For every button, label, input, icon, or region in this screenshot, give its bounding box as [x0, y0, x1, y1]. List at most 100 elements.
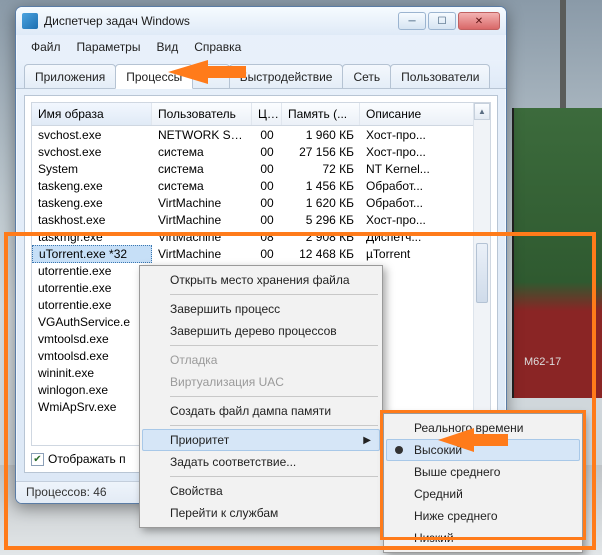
- cell-name: wininit.exe: [32, 365, 152, 381]
- cell-user: VirtMachine: [152, 246, 252, 262]
- minimize-button[interactable]: ─: [398, 12, 426, 30]
- col-user[interactable]: Пользователь: [152, 103, 252, 125]
- cell-name: svchost.exe: [32, 144, 152, 160]
- background-train: М62-17: [512, 108, 602, 398]
- table-row[interactable]: taskmgr.exeVirtMachine082 908 КБДиспетч.…: [32, 228, 490, 245]
- col-description[interactable]: Описание: [360, 103, 490, 125]
- menu-item[interactable]: Перейти к службам: [142, 502, 380, 524]
- scroll-track[interactable]: [474, 120, 490, 428]
- process-count: Процессов: 46: [26, 485, 107, 499]
- cell-desc: Диспетч...: [360, 229, 490, 245]
- cell-desc: Хост-про...: [360, 144, 490, 160]
- menubar: Файл Параметры Вид Справка: [16, 35, 506, 60]
- cell-mem: 12 468 КБ: [282, 246, 360, 262]
- list-header: Имя образа Пользователь ЦП Память (... О…: [32, 103, 490, 126]
- cell-user: система: [152, 144, 252, 160]
- menu-item[interactable]: Свойства: [142, 480, 380, 502]
- menu-view[interactable]: Вид: [149, 38, 185, 56]
- cell-mem: 1 456 КБ: [282, 178, 360, 194]
- scroll-thumb[interactable]: [476, 243, 488, 303]
- table-row[interactable]: taskhost.exeVirtMachine005 296 КБХост-пр…: [32, 211, 490, 228]
- menu-item: Виртуализация UAC: [142, 371, 380, 393]
- tab-processes[interactable]: Процессы: [115, 64, 193, 89]
- window-title: Диспетчер задач Windows: [44, 14, 398, 28]
- submenu-arrow-icon: ▶: [363, 435, 371, 446]
- cell-name: utorrentie.exe: [32, 297, 152, 313]
- cell-cpu: 00: [252, 195, 282, 211]
- process-context-menu: Открыть место хранения файла Завершить пр…: [139, 265, 383, 528]
- menu-item[interactable]: Задать соответствие...: [142, 451, 380, 473]
- cell-user: система: [152, 161, 252, 177]
- cell-cpu: 00: [252, 144, 282, 160]
- menu-item[interactable]: Завершить процесс: [142, 298, 380, 320]
- tab-performance[interactable]: Быстродействие: [229, 64, 344, 88]
- cell-name: VGAuthService.e: [32, 314, 152, 330]
- cell-name: uTorrent.exe *32: [32, 245, 152, 263]
- menu-item[interactable]: Средний: [386, 483, 580, 505]
- table-row[interactable]: svchost.exeсистема0027 156 КБХост-про...: [32, 143, 490, 160]
- cell-mem: 5 296 КБ: [282, 212, 360, 228]
- tab-applications[interactable]: Приложения: [24, 64, 116, 88]
- tab-services[interactable]: бы: [192, 64, 230, 88]
- cell-cpu: 00: [252, 212, 282, 228]
- menu-item[interactable]: Ниже среднего: [386, 505, 580, 527]
- close-button[interactable]: ✕: [458, 12, 500, 30]
- vertical-scrollbar[interactable]: ▲ ▼: [473, 103, 490, 445]
- titlebar[interactable]: Диспетчер задач Windows ─ ☐ ✕: [16, 7, 506, 35]
- menu-item[interactable]: Завершить дерево процессов: [142, 320, 380, 342]
- cell-name: taskhost.exe: [32, 212, 152, 228]
- cell-name: utorrentie.exe: [32, 263, 152, 279]
- menu-item[interactable]: Высокий: [386, 439, 580, 461]
- cell-name: vmtoolsd.exe: [32, 348, 152, 364]
- col-cpu[interactable]: ЦП: [252, 103, 282, 125]
- cell-name: WmiApSrv.exe: [32, 399, 152, 415]
- app-icon: [22, 13, 38, 29]
- menu-item[interactable]: Низкий: [386, 527, 580, 549]
- cell-desc: Хост-про...: [360, 127, 490, 143]
- cell-name: vmtoolsd.exe: [32, 331, 152, 347]
- menu-separator: [170, 345, 378, 346]
- menu-item[interactable]: Выше среднего: [386, 461, 580, 483]
- tab-networking[interactable]: Сеть: [342, 64, 391, 88]
- tab-users[interactable]: Пользователи: [390, 64, 490, 88]
- menu-separator: [170, 425, 378, 426]
- menu-item[interactable]: Реального времени: [386, 417, 580, 439]
- maximize-button[interactable]: ☐: [428, 12, 456, 30]
- menu-item[interactable]: Приоритет▶: [142, 429, 380, 451]
- menu-file[interactable]: Файл: [24, 38, 68, 56]
- menu-item[interactable]: Создать файл дампа памяти: [142, 400, 380, 422]
- priority-submenu: Реального времениВысокийВыше среднегоСре…: [383, 413, 583, 553]
- cell-name: winlogon.exe: [32, 382, 152, 398]
- table-row[interactable]: Systemсистема0072 КБNT Kernel...: [32, 160, 490, 177]
- table-row[interactable]: svchost.exeNETWORK SE...001 960 КБХост-п…: [32, 126, 490, 143]
- col-image-name[interactable]: Имя образа: [32, 103, 152, 125]
- menu-help[interactable]: Справка: [187, 38, 248, 56]
- cell-desc: NT Kernel...: [360, 161, 490, 177]
- cell-user: VirtMachine: [152, 195, 252, 211]
- cell-desc: Обработ...: [360, 195, 490, 211]
- table-row[interactable]: taskeng.exeVirtMachine001 620 КБОбработ.…: [32, 194, 490, 211]
- cell-desc: µTorrent: [360, 246, 490, 262]
- tabstrip: Приложения Процессы бы Быстродействие Се…: [16, 60, 506, 89]
- cell-mem: 1 960 КБ: [282, 127, 360, 143]
- table-row[interactable]: uTorrent.exe *32VirtMachine0012 468 КБµT…: [32, 245, 490, 262]
- cell-user: VirtMachine: [152, 229, 252, 245]
- menu-separator: [170, 476, 378, 477]
- menu-item[interactable]: Открыть место хранения файла: [142, 269, 380, 291]
- scroll-up-button[interactable]: ▲: [474, 103, 490, 120]
- cell-name: svchost.exe: [32, 127, 152, 143]
- table-row[interactable]: taskeng.exeсистема001 456 КБОбработ...: [32, 177, 490, 194]
- menu-separator: [170, 396, 378, 397]
- cell-cpu: 00: [252, 246, 282, 262]
- cell-cpu: 08: [252, 229, 282, 245]
- menu-options[interactable]: Параметры: [70, 38, 148, 56]
- cell-mem: 27 156 КБ: [282, 144, 360, 160]
- show-all-label: Отображать п: [48, 452, 126, 466]
- radio-dot-icon: [395, 446, 403, 454]
- cell-name: taskeng.exe: [32, 178, 152, 194]
- cell-mem: 1 620 КБ: [282, 195, 360, 211]
- train-marking: М62-17: [524, 356, 561, 368]
- col-memory[interactable]: Память (...: [282, 103, 360, 125]
- show-all-checkbox[interactable]: ✔: [31, 453, 44, 466]
- cell-user: система: [152, 178, 252, 194]
